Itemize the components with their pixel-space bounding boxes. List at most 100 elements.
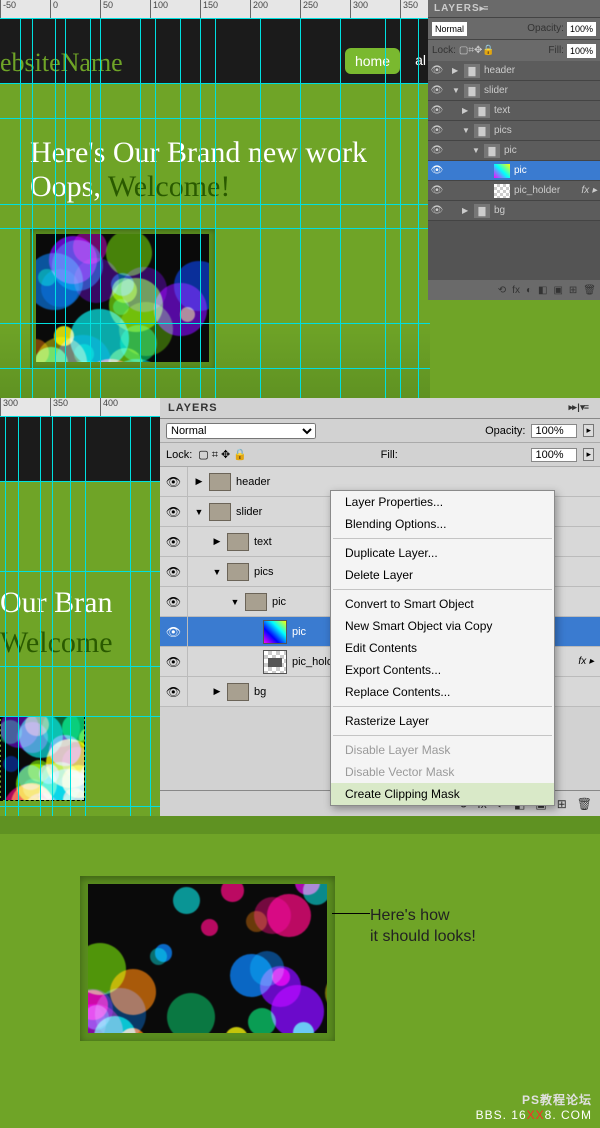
layer-name: pic — [514, 165, 527, 176]
visibility-eye-icon[interactable]: 👁 — [160, 647, 188, 676]
caption-l1: Here's how — [370, 907, 450, 924]
blend-mode-select-2[interactable]: Normal — [166, 423, 316, 439]
layers-panel-small[interactable]: LAYERS▸≡ Normal Opacity: 100% Lock: ▢⌗✥🔒… — [428, 0, 600, 300]
layers-tab-2[interactable]: LAYERS▸▸ | ▾≡ — [160, 398, 600, 419]
blend-row: Normal Opacity: 100% — [428, 17, 600, 39]
layer-row[interactable]: 👁 pic — [428, 161, 600, 181]
visibility-eye-icon[interactable]: 👁 — [160, 677, 188, 706]
menu-item[interactable]: Create Clipping Mask — [331, 783, 554, 805]
layer-row[interactable]: 👁pic_holderfx ▸ — [428, 181, 600, 201]
menu-item[interactable]: Replace Contents... — [331, 681, 554, 703]
opacity-flyout-icon[interactable]: ▸ — [583, 424, 594, 437]
visibility-eye-icon[interactable]: 👁 — [430, 85, 444, 96]
panel-action-icon[interactable]: ◐ — [526, 285, 532, 296]
layer-name: text — [494, 105, 510, 116]
layer-row[interactable]: 👁▶▇text — [428, 101, 600, 121]
headline-1: Here's Our Brand new work — [30, 136, 367, 170]
bokeh-result — [88, 884, 327, 1033]
menu-item[interactable]: Rasterize Layer — [331, 710, 554, 732]
menu-item[interactable]: New Smart Object via Copy — [331, 615, 554, 637]
layer-row[interactable]: 👁▶▇bg — [428, 201, 600, 221]
lock-row: Lock: ▢⌗✥🔒 Fill: 100% — [428, 39, 600, 61]
menu-separator — [333, 538, 552, 539]
visibility-eye-icon[interactable]: 👁 — [160, 587, 188, 616]
bokeh-image-small — [1, 717, 84, 800]
opacity-value[interactable]: 100% — [567, 22, 596, 36]
layer-name: pics — [494, 125, 512, 136]
layer-name: slider — [484, 85, 508, 96]
bokeh-image — [36, 234, 209, 362]
visibility-eye-icon[interactable]: 👁 — [160, 467, 188, 496]
panel-action-icon[interactable]: 🗑 — [577, 797, 592, 811]
panel-menu-icon[interactable]: ▸▸ | ▾≡ — [569, 402, 588, 413]
panel-action-icon[interactable]: ▣ — [553, 285, 562, 296]
fill-value[interactable]: 100% — [567, 44, 596, 58]
fill-value-2[interactable]: 100% — [531, 448, 577, 462]
expand-triangle-icon[interactable]: ▼ — [212, 567, 222, 577]
blend-row-2: Normal Opacity: 100% ▸ — [160, 419, 600, 443]
fill-flyout-icon[interactable]: ▸ — [583, 448, 594, 461]
panel-action-icon[interactable]: ⊞ — [557, 797, 567, 811]
canvas-2[interactable]: Our Bran Welcome — [0, 416, 160, 816]
canvas[interactable]: ebsiteName home al Here's Our Brand new … — [0, 18, 430, 398]
lock-icons[interactable]: ▢⌗✥🔒 — [459, 45, 495, 56]
lock-label-2: Lock: — [166, 449, 192, 461]
lock-label: Lock: — [432, 45, 456, 56]
headline-4: Welcome — [0, 626, 113, 660]
visibility-eye-icon[interactable]: 👁 — [430, 65, 444, 76]
layer-name: pic — [292, 626, 306, 638]
visibility-eye-icon[interactable]: 👁 — [160, 617, 188, 646]
site-header-bg-2 — [0, 416, 160, 481]
menu-item[interactable]: Export Contents... — [331, 659, 554, 681]
visibility-eye-icon[interactable]: 👁 — [430, 125, 444, 136]
visibility-eye-icon[interactable]: 👁 — [430, 205, 444, 216]
menu-item[interactable]: Layer Properties... — [331, 491, 554, 513]
menu-item[interactable]: Delete Layer — [331, 564, 554, 586]
context-menu[interactable]: Layer Properties...Blending Options... Du… — [330, 490, 555, 806]
expand-triangle-icon[interactable]: ▶ — [194, 476, 204, 487]
menu-item: Disable Vector Mask — [331, 761, 554, 783]
panel-menu-icon[interactable]: ▸≡ — [480, 3, 488, 13]
visibility-eye-icon[interactable]: 👁 — [430, 185, 444, 196]
nav-home-button[interactable]: home — [345, 48, 400, 74]
panel-action-icon[interactable]: ⊞ — [569, 285, 577, 296]
menu-item[interactable]: Edit Contents — [331, 637, 554, 659]
visibility-eye-icon[interactable]: 👁 — [160, 557, 188, 586]
folder-icon — [209, 503, 231, 521]
fx-badge[interactable]: fx ▸ — [578, 656, 594, 667]
menu-separator — [333, 706, 552, 707]
menu-item[interactable]: Convert to Smart Object — [331, 593, 554, 615]
layer-row[interactable]: 👁▼▇pic — [428, 141, 600, 161]
layer-row[interactable]: 👁▼▇pics — [428, 121, 600, 141]
panel-action-icon[interactable]: ⟲ — [498, 285, 506, 296]
caption-l2: it should looks! — [370, 928, 476, 945]
expand-triangle-icon[interactable]: ▶ — [212, 536, 222, 547]
opacity-value-2[interactable]: 100% — [531, 424, 577, 438]
menu-item[interactable]: Duplicate Layer... — [331, 542, 554, 564]
fill-label-2: Fill: — [381, 449, 398, 461]
layer-name: bg — [254, 686, 266, 698]
layers-tab[interactable]: LAYERS▸≡ — [428, 0, 600, 17]
expand-triangle-icon[interactable]: ▶ — [212, 686, 222, 697]
visibility-eye-icon[interactable]: 👁 — [160, 527, 188, 556]
layer-name: pic — [272, 596, 286, 608]
layer-name: pic — [504, 145, 517, 156]
panel-action-icon[interactable]: ◧ — [538, 285, 547, 296]
expand-triangle-icon[interactable]: ▼ — [230, 597, 240, 607]
layer-name: text — [254, 536, 272, 548]
visibility-eye-icon[interactable]: 👁 — [430, 105, 444, 116]
bokeh-selection[interactable] — [0, 716, 85, 801]
blend-mode-select[interactable]: Normal — [432, 22, 467, 36]
visibility-eye-icon[interactable]: 👁 — [160, 497, 188, 526]
expand-triangle-icon[interactable]: ▼ — [194, 507, 204, 517]
layer-name: header — [236, 476, 270, 488]
layer-row[interactable]: 👁▶▇header — [428, 61, 600, 81]
menu-item[interactable]: Blending Options... — [331, 513, 554, 535]
panel-action-icon[interactable]: fx — [512, 285, 520, 296]
layer-row[interactable]: 👁▼▇slider — [428, 81, 600, 101]
visibility-eye-icon[interactable]: 👁 — [430, 145, 444, 156]
lock-icons-2[interactable]: ▢ ⌗ ✥ 🔒 — [198, 448, 247, 462]
panel-action-icon[interactable]: 🗑 — [583, 285, 596, 296]
visibility-eye-icon[interactable]: 👁 — [430, 165, 444, 176]
folder-icon — [227, 683, 249, 701]
